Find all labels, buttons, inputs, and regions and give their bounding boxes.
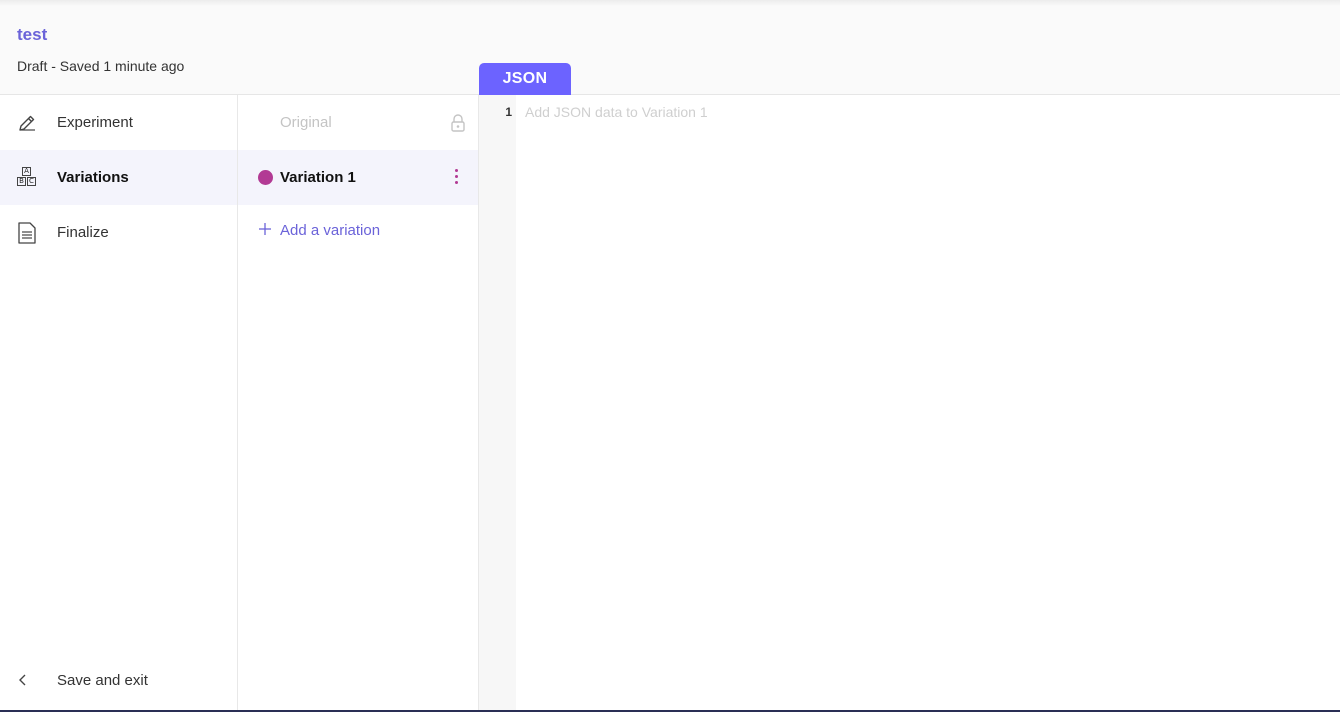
add-variation-label: Add a variation (280, 221, 381, 239)
variations-panel: Original Variation 1 Add a variation (238, 95, 479, 710)
pencil-icon (16, 112, 38, 134)
save-and-exit-button[interactable]: Save and exit (0, 652, 237, 708)
sidebar-item-label: Variations (57, 169, 129, 186)
sidebar-item-label: Finalize (57, 224, 109, 241)
sidebar-item-experiment[interactable]: Experiment (0, 95, 237, 150)
variation-original[interactable]: Original (238, 95, 478, 150)
tab-json[interactable]: JSON (479, 63, 571, 95)
chevron-left-icon (16, 673, 30, 687)
variation-color-dot (258, 170, 273, 185)
more-options-icon[interactable] (450, 166, 464, 188)
abc-blocks-icon: A B C (16, 166, 38, 189)
save-and-exit-label: Save and exit (57, 671, 148, 689)
variation-label: Variation 1 (280, 169, 356, 186)
save-status: Draft - Saved 1 minute ago (17, 58, 185, 74)
plus-icon (258, 220, 272, 241)
sidebar-item-finalize[interactable]: Finalize (0, 205, 237, 260)
json-editor-input[interactable] (525, 101, 1315, 123)
sidebar-item-variations[interactable]: A B C Variations (0, 150, 237, 205)
json-editor: 1 (479, 95, 1340, 710)
lock-icon (450, 114, 466, 132)
variation-label: Original (280, 114, 332, 131)
document-icon (16, 221, 38, 244)
variation-item[interactable]: Variation 1 (238, 150, 478, 205)
sidebar-item-label: Experiment (57, 114, 133, 131)
top-bar: test Draft - Saved 1 minute ago JSON (0, 0, 1340, 95)
sidebar: Experiment A B C Variations Finalize Sav… (0, 95, 238, 710)
experiment-title: test (17, 25, 48, 44)
line-number-gutter: 1 (479, 95, 516, 710)
add-variation-button[interactable]: Add a variation (238, 205, 478, 255)
line-number: 1 (505, 105, 512, 119)
